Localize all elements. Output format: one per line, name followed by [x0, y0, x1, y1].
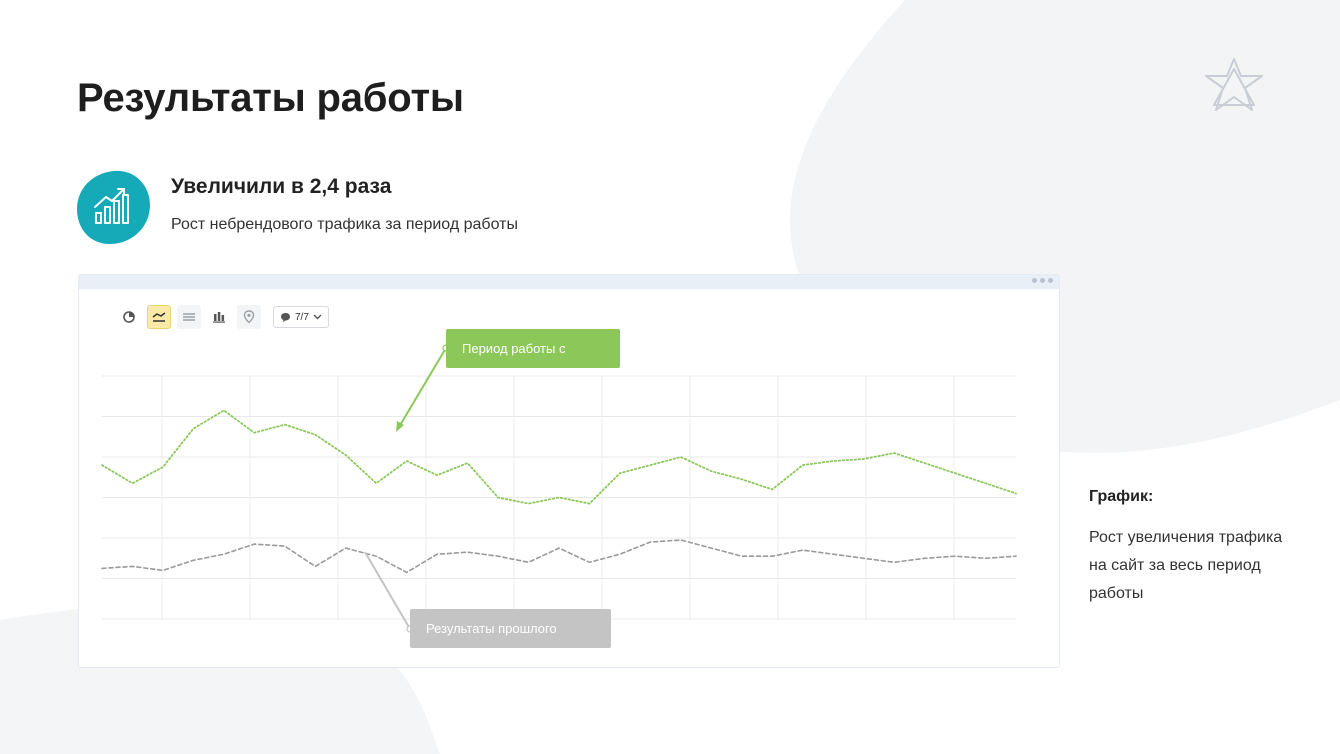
- callout-pointer-green: [398, 347, 447, 428]
- side-description: Рост увеличения трафика на сайт за весь …: [1089, 529, 1283, 602]
- series-line-1: [101, 539, 1017, 574]
- callout-previous-results: Результаты прошлого: [410, 609, 611, 648]
- callout-work-period: Период работы с: [446, 329, 620, 368]
- side-title: График:: [1089, 488, 1154, 505]
- slide: Результаты работы Увеличили в 2,4 раза Р…: [0, 0, 1340, 754]
- callout-work-period-label: Период работы с: [462, 341, 566, 356]
- callout-pointer-gray: [364, 551, 411, 630]
- line-chart: [101, 344, 1017, 633]
- arrow-head-green: [396, 421, 404, 432]
- callout-previous-results-label: Результаты прошлого: [426, 621, 557, 636]
